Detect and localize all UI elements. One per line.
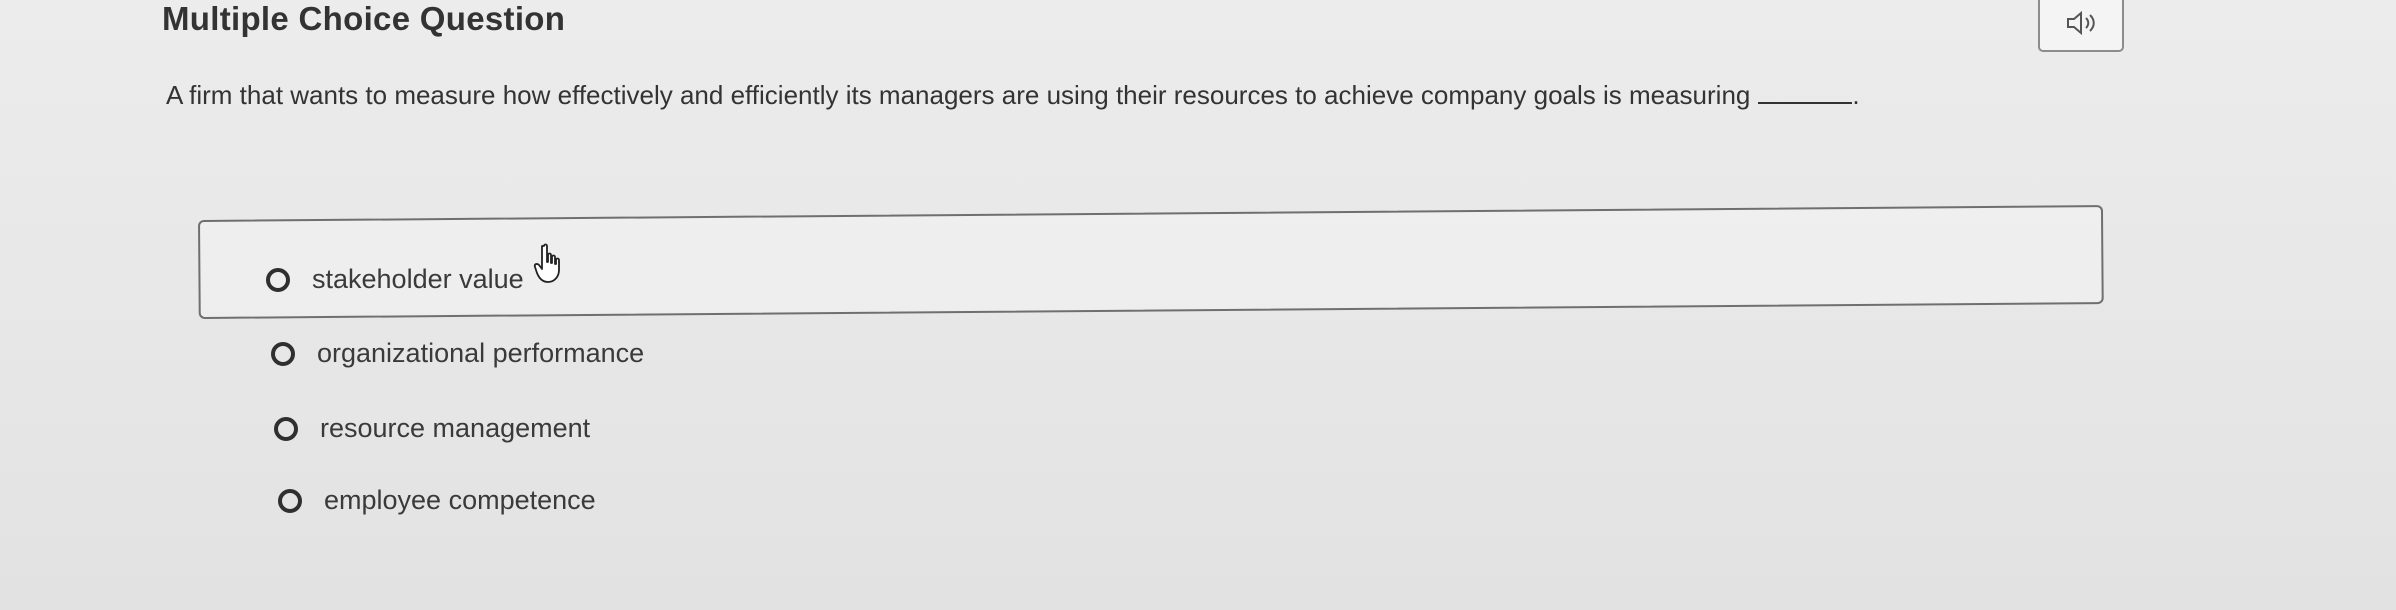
question-stem: A firm that wants to measure how effecti… [166,80,1751,110]
choice-option-resource-management[interactable]: resource management [274,413,590,444]
question-end-punctuation: . [1852,80,1860,110]
choice-label: resource management [320,413,591,443]
answer-blank [1758,86,1853,104]
radio-button[interactable] [274,416,298,441]
radio-button[interactable] [271,341,295,366]
option-highlight-box[interactable] [198,205,2104,319]
audio-button[interactable] [2038,0,2124,52]
multiple-choice-page: Multiple Choice Question A firm that wan… [0,0,2396,610]
choice-label: organizational performance [317,338,645,368]
choice-option-employee-competence[interactable]: employee competence [278,485,596,516]
hand-pointer-icon [532,242,566,286]
radio-button[interactable] [278,488,302,513]
question-text: A firm that wants to measure how effecti… [166,80,1860,111]
question-title: Multiple Choice Question [162,0,566,37]
speaker-icon [2064,0,2098,42]
radio-button[interactable] [266,267,290,292]
choice-label: employee competence [324,485,596,515]
choice-option-organizational-performance[interactable]: organizational performance [271,338,644,369]
choice-option-stakeholder-value[interactable]: stakeholder value [266,264,524,295]
choice-label: stakeholder value [312,264,524,294]
